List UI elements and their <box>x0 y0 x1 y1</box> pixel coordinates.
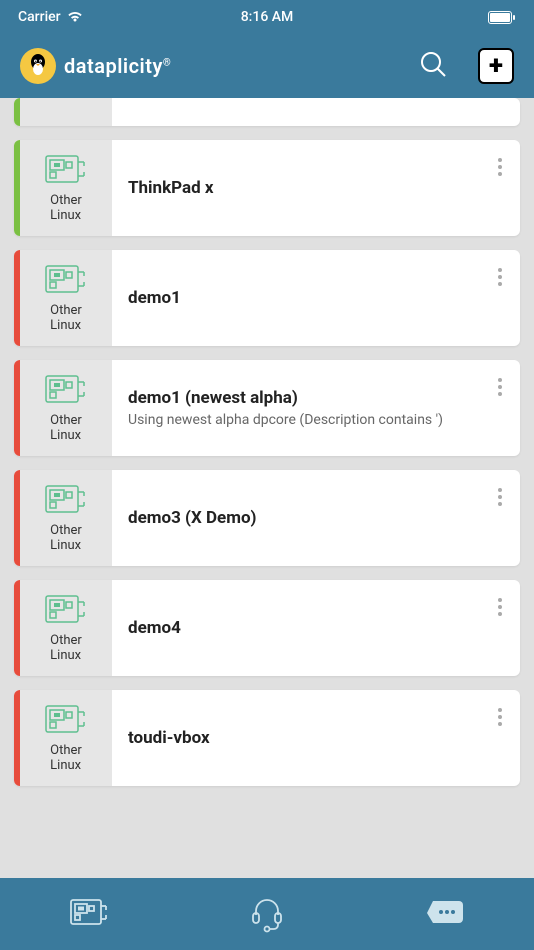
device-list[interactable]: Linux OtherLinux ThinkPad x OtherLinux d… <box>0 98 534 878</box>
more-button[interactable] <box>494 594 506 620</box>
status-bar: Carrier 8:16 AM <box>0 0 534 34</box>
brand-text: dataplicity® <box>64 54 171 78</box>
device-title: demo1 <box>128 288 504 308</box>
os-label: OtherLinux <box>50 414 82 444</box>
device-title: demo1 (newest alpha) <box>128 388 504 408</box>
os-label: OtherLinux <box>50 634 82 664</box>
device-side: Linux <box>20 98 112 126</box>
more-button[interactable] <box>494 704 506 730</box>
device-body: demo1 (newest alpha) Using newest alpha … <box>112 360 520 456</box>
more-button[interactable] <box>494 484 506 510</box>
device-body: demo1 <box>112 250 520 346</box>
more-button[interactable] <box>494 264 506 290</box>
device-body <box>112 98 520 126</box>
device-side: OtherLinux <box>20 690 112 786</box>
add-button[interactable]: + <box>478 48 514 84</box>
search-icon <box>418 49 448 79</box>
brand: dataplicity® <box>20 48 171 84</box>
more-button[interactable] <box>494 154 506 180</box>
device-card[interactable]: OtherLinux demo3 (X Demo) <box>14 470 520 566</box>
headset-icon <box>248 895 286 933</box>
device-body: toudi-vbox <box>112 690 520 786</box>
more-button[interactable] <box>494 374 506 400</box>
device-card[interactable]: Linux <box>14 98 520 126</box>
board-icon <box>44 482 88 518</box>
device-card[interactable]: OtherLinux demo1 (newest alpha) Using ne… <box>14 360 520 456</box>
device-title: ThinkPad x <box>128 178 504 198</box>
os-label: OtherLinux <box>50 524 82 554</box>
board-icon <box>44 372 88 408</box>
device-side: OtherLinux <box>20 140 112 236</box>
board-icon <box>44 702 88 738</box>
nav-devices[interactable] <box>0 878 178 950</box>
device-side: OtherLinux <box>20 470 112 566</box>
board-icon <box>44 262 88 298</box>
device-side: OtherLinux <box>20 580 112 676</box>
board-icon <box>44 152 88 188</box>
device-side: OtherLinux <box>20 360 112 456</box>
app-header: dataplicity® + <box>0 34 534 98</box>
brand-logo <box>20 48 56 84</box>
device-body: ThinkPad x <box>112 140 520 236</box>
device-title: toudi-vbox <box>128 728 504 748</box>
wifi-icon <box>67 11 83 23</box>
carrier-label: Carrier <box>18 9 61 25</box>
chat-icon <box>425 899 465 929</box>
device-side: OtherLinux <box>20 250 112 346</box>
os-label: OtherLinux <box>50 194 82 224</box>
os-label: OtherLinux <box>50 744 82 774</box>
battery-icon <box>488 11 516 24</box>
device-title: demo4 <box>128 618 504 638</box>
device-desc: Using newest alpha dpcore (Description c… <box>128 412 504 428</box>
device-body: demo3 (X Demo) <box>112 470 520 566</box>
nav-support[interactable] <box>178 878 356 950</box>
device-card[interactable]: OtherLinux demo4 <box>14 580 520 676</box>
device-title: demo3 (X Demo) <box>128 508 504 528</box>
plus-icon: + <box>489 53 503 79</box>
os-label: OtherLinux <box>50 304 82 334</box>
board-icon <box>44 592 88 628</box>
search-button[interactable] <box>414 45 452 87</box>
device-card[interactable]: OtherLinux ThinkPad x <box>14 140 520 236</box>
device-card[interactable]: OtherLinux demo1 <box>14 250 520 346</box>
devices-icon <box>68 897 110 931</box>
device-card[interactable]: OtherLinux toudi-vbox <box>14 690 520 786</box>
device-body: demo4 <box>112 580 520 676</box>
time-label: 8:16 AM <box>241 9 294 25</box>
bottom-nav <box>0 878 534 950</box>
nav-chat[interactable] <box>356 878 534 950</box>
